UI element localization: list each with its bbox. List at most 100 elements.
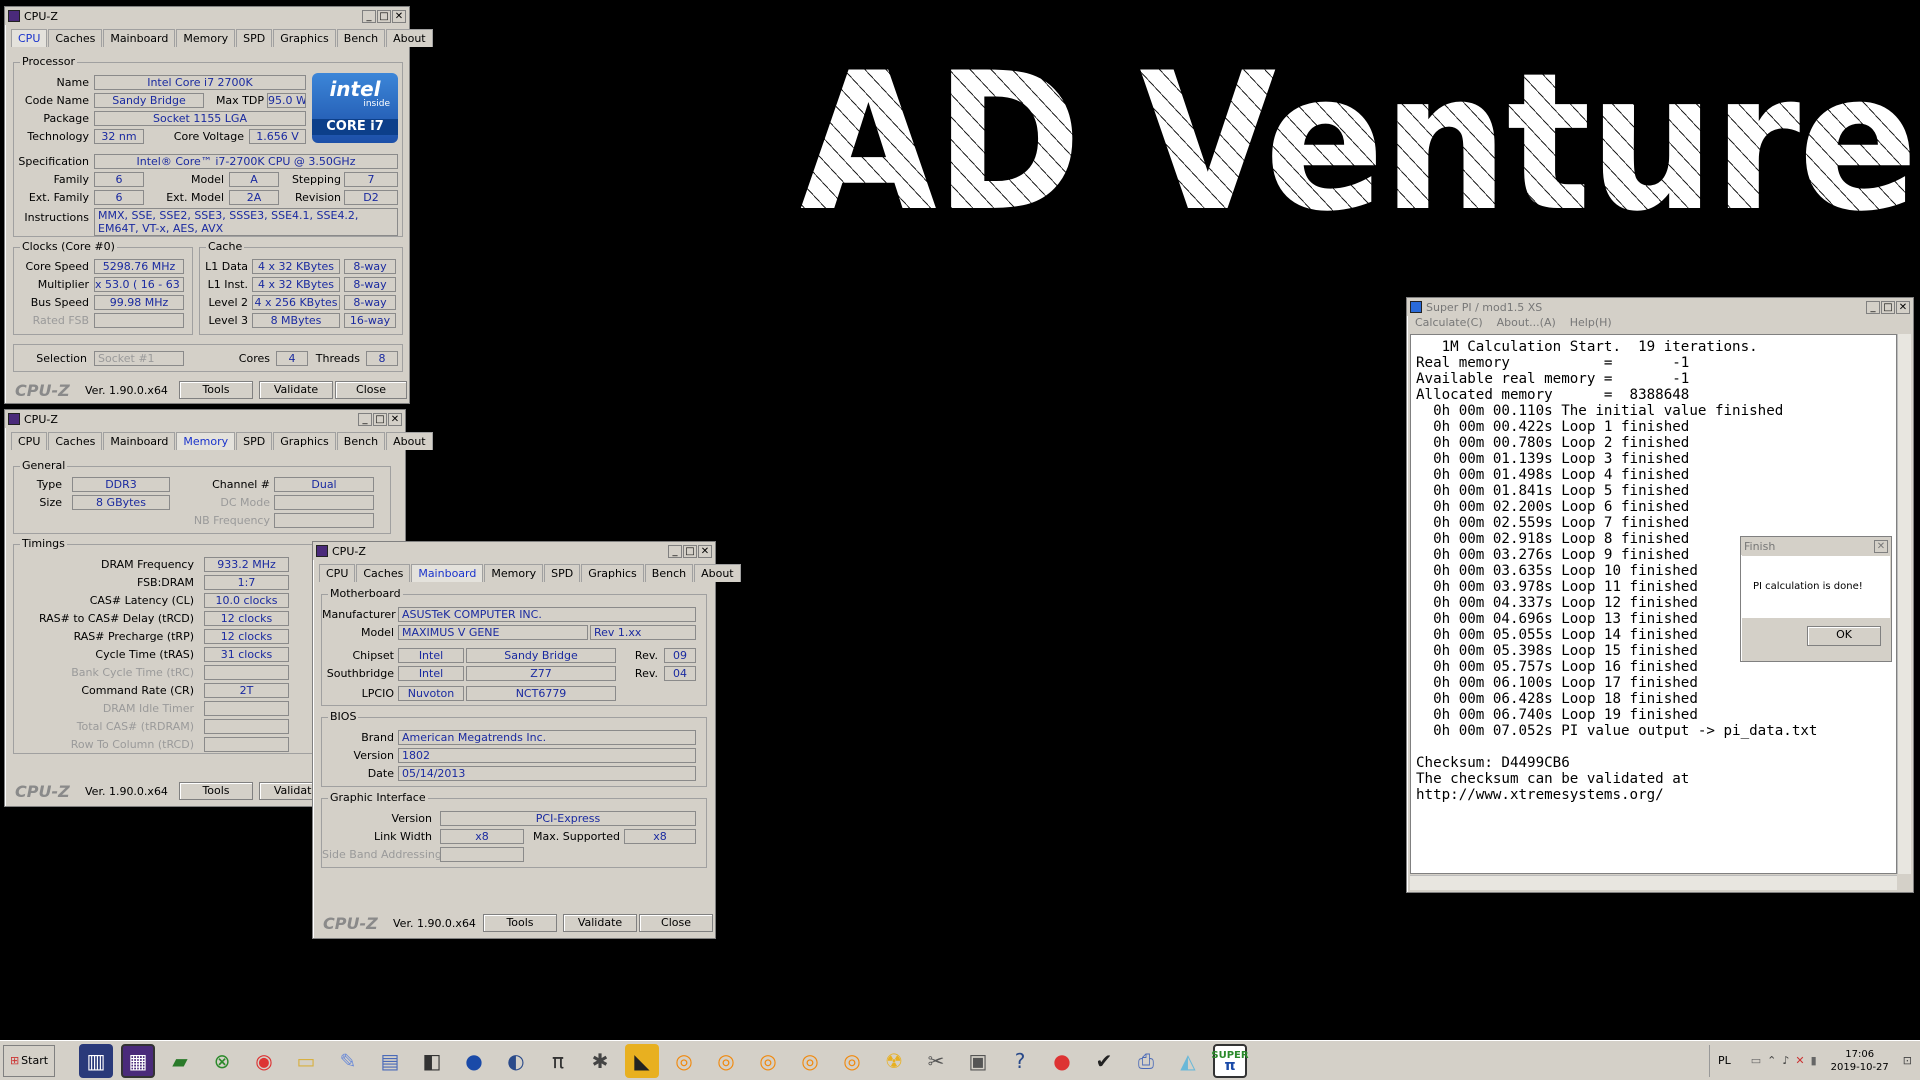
- start-button[interactable]: ⊞ Start: [3, 1044, 55, 1077]
- minimize-button[interactable]: _: [362, 9, 376, 23]
- notification-icon[interactable]: ⊡: [1903, 1054, 1912, 1067]
- menu-calculate[interactable]: Calculate(C): [1415, 316, 1483, 332]
- record-icon[interactable]: ●: [1045, 1044, 1079, 1078]
- family-value: 6: [94, 172, 144, 187]
- vertical-scrollbar[interactable]: [1897, 334, 1911, 874]
- volume-icon[interactable]: ♪: [1782, 1054, 1789, 1067]
- tools-icon[interactable]: ✂: [919, 1044, 953, 1078]
- tab-mainboard[interactable]: Mainboard: [411, 564, 484, 582]
- cinebench-icon[interactable]: ◐: [499, 1044, 533, 1078]
- close-button[interactable]: Close: [335, 381, 407, 399]
- tab-caches[interactable]: Caches: [48, 29, 103, 47]
- validate-button[interactable]: Validate: [259, 381, 333, 399]
- network-icon[interactable]: ✕: [1795, 1054, 1804, 1067]
- signal-icon[interactable]: ▮: [1811, 1054, 1817, 1067]
- close-icon[interactable]: ✕: [1874, 539, 1888, 553]
- tab-bench[interactable]: Bench: [644, 564, 694, 582]
- chart-app-icon[interactable]: ◣: [625, 1043, 659, 1078]
- tab-graphics[interactable]: Graphics: [273, 432, 336, 450]
- maximize-button[interactable]: □: [377, 9, 391, 23]
- tools-button[interactable]: Tools: [483, 914, 557, 932]
- tab-about[interactable]: About: [694, 564, 741, 582]
- globe-icon[interactable]: ●: [457, 1044, 491, 1078]
- close-icon[interactable]: ✕: [698, 544, 712, 558]
- eraser-icon[interactable]: ◭: [1171, 1044, 1205, 1078]
- close-icon[interactable]: ✕: [392, 9, 406, 23]
- package-label: Package: [43, 112, 89, 125]
- tab-spd[interactable]: SPD: [236, 432, 273, 450]
- title-bar[interactable]: Super PI / mod1.5 XS _ □ ✕: [1407, 298, 1913, 316]
- hwinfo-icon-2[interactable]: ◎: [709, 1044, 743, 1078]
- help-icon[interactable]: ?: [1003, 1044, 1037, 1078]
- spec-label: Specification: [18, 155, 89, 168]
- hwinfo-icon-1[interactable]: ◎: [667, 1044, 701, 1078]
- task-manager-icon[interactable]: ▥: [79, 1043, 113, 1078]
- clock[interactable]: 17:06 2019-10-27: [1831, 1048, 1889, 1074]
- pi-icon[interactable]: π: [541, 1044, 575, 1078]
- printer-icon[interactable]: ⎙: [1129, 1044, 1163, 1078]
- minimize-button[interactable]: _: [668, 544, 682, 558]
- radiation-icon[interactable]: ☢: [877, 1044, 911, 1078]
- xbox-icon[interactable]: ⊗: [205, 1044, 239, 1078]
- paint-icon[interactable]: ✎: [331, 1044, 365, 1078]
- minimize-button[interactable]: _: [1866, 300, 1880, 314]
- title-bar[interactable]: CPU-Z _ □ ✕: [313, 542, 715, 560]
- tools-button[interactable]: Tools: [179, 381, 253, 399]
- hwinfo-icon-4[interactable]: ◎: [793, 1044, 827, 1078]
- up-arrow-icon[interactable]: ⌃: [1767, 1054, 1776, 1067]
- menu-about[interactable]: About...(A): [1497, 316, 1556, 332]
- ok-button[interactable]: OK: [1807, 626, 1881, 646]
- menu-help[interactable]: Help(H): [1570, 316, 1612, 332]
- tab-about[interactable]: About: [386, 432, 433, 450]
- maximize-button[interactable]: □: [683, 544, 697, 558]
- title-bar[interactable]: Finish ✕: [1741, 537, 1891, 555]
- tab-memory[interactable]: Memory: [176, 29, 236, 47]
- tab-cpu[interactable]: CPU: [11, 432, 48, 450]
- tab-bench[interactable]: Bench: [336, 29, 386, 47]
- tab-mainboard[interactable]: Mainboard: [103, 432, 176, 450]
- disk-icon[interactable]: ▣: [961, 1044, 995, 1078]
- title-bar[interactable]: CPU-Z _ □ ✕: [5, 7, 409, 25]
- cpuz-taskbar-icon[interactable]: ▦: [121, 1043, 155, 1078]
- tab-spd[interactable]: SPD: [544, 564, 581, 582]
- keyboard-icon[interactable]: ▭: [1751, 1054, 1761, 1067]
- maximize-button[interactable]: □: [373, 412, 387, 426]
- tab-bench[interactable]: Bench: [336, 432, 386, 450]
- processor-group: Processor Name Intel Core i7 2700K Code …: [13, 55, 403, 237]
- validate-button[interactable]: Validate: [563, 914, 637, 932]
- tab-cpu[interactable]: CPU: [319, 564, 356, 582]
- tab-caches[interactable]: Caches: [48, 432, 103, 450]
- tab-memory[interactable]: Memory: [176, 432, 236, 450]
- cpuz-mainboard-window: CPU-Z _ □ ✕ CPU Caches Mainboard Memory SP…: [312, 541, 741, 939]
- close-button[interactable]: Close: [639, 914, 713, 932]
- hwinfo-icon-5[interactable]: ◎: [835, 1044, 869, 1078]
- minimize-button[interactable]: _: [358, 412, 372, 426]
- folder-icon[interactable]: ▭: [289, 1044, 323, 1078]
- superpi-taskbar-icon[interactable]: SUPER π: [1211, 1043, 1249, 1078]
- maximize-button[interactable]: □: [1881, 300, 1895, 314]
- gpuz-icon[interactable]: ▰: [163, 1044, 197, 1078]
- check-icon[interactable]: ✔: [1087, 1044, 1121, 1078]
- tab-spd[interactable]: SPD: [236, 29, 273, 47]
- chipset-value: Sandy Bridge: [466, 648, 616, 663]
- tab-mainboard[interactable]: Mainboard: [103, 29, 176, 47]
- close-icon[interactable]: ✕: [1896, 300, 1910, 314]
- close-icon[interactable]: ✕: [388, 412, 402, 426]
- selection-dropdown[interactable]: Socket #1: [94, 351, 184, 366]
- tab-graphics[interactable]: Graphics: [273, 29, 336, 47]
- tab-graphics[interactable]: Graphics: [581, 564, 644, 582]
- tools-button[interactable]: Tools: [179, 782, 253, 800]
- tab-about[interactable]: About: [386, 29, 433, 47]
- tab-caches[interactable]: Caches: [356, 564, 411, 582]
- bug-icon[interactable]: ✱: [583, 1044, 617, 1078]
- tab-cpu[interactable]: CPU: [11, 29, 48, 47]
- horizontal-scrollbar[interactable]: [1410, 875, 1897, 890]
- title-bar[interactable]: CPU-Z _ □ ✕: [5, 410, 405, 428]
- language-indicator[interactable]: PL: [1718, 1054, 1731, 1067]
- calculator-icon[interactable]: ▤: [373, 1044, 407, 1078]
- south-rev-label: Rev.: [634, 667, 658, 680]
- tab-memory[interactable]: Memory: [484, 564, 544, 582]
- window-icon[interactable]: ◧: [415, 1044, 449, 1078]
- chrome-icon[interactable]: ◉: [247, 1044, 281, 1078]
- hwinfo-icon-3[interactable]: ◎: [751, 1044, 785, 1078]
